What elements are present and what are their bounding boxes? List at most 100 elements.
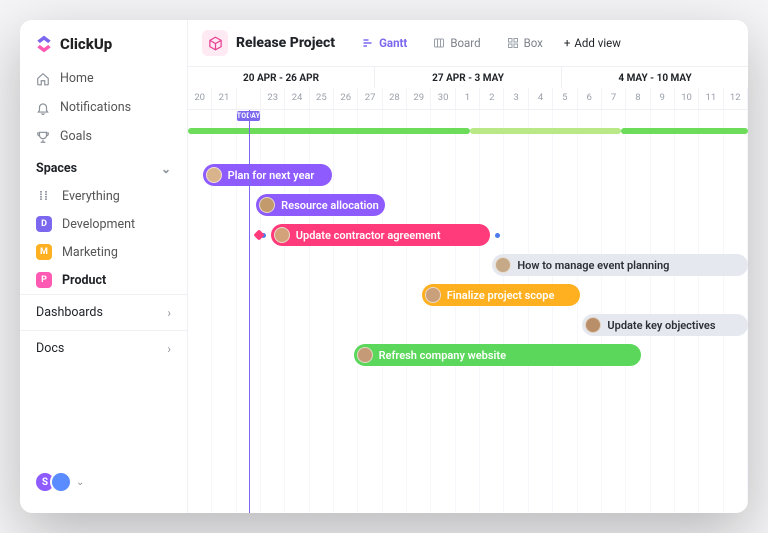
app-window: ClickUp Home Notifications Goals Spaces … — [20, 20, 748, 513]
task-label: Refresh company website — [379, 349, 506, 362]
sidebar-spaces-header[interactable]: Spaces ⌄ — [20, 151, 187, 182]
grid-icon: ⁞⁞ — [36, 188, 52, 204]
nav-home[interactable]: Home — [20, 64, 187, 93]
day-cell[interactable]: 10 — [675, 88, 699, 109]
summary-bar — [470, 128, 621, 134]
view-tab-gantt[interactable]: Gantt — [353, 31, 416, 55]
day-cell[interactable]: 25 — [310, 88, 334, 109]
gantt-task[interactable]: Plan for next year — [203, 164, 332, 186]
chevron-down-icon[interactable]: ⌄ — [76, 477, 84, 488]
topbar: Release Project Gantt Board Box + Add vi… — [188, 20, 748, 67]
space-label: Product — [62, 273, 106, 288]
task-avatar — [495, 257, 511, 273]
day-cell[interactable]: 1 — [456, 88, 480, 109]
cube-icon — [208, 36, 223, 51]
day-cell[interactable]: 3 — [504, 88, 528, 109]
chevron-right-icon: › — [167, 306, 171, 320]
view-label: Board — [450, 36, 480, 50]
day-cell[interactable]: 20 — [188, 88, 212, 109]
timeline-days-row: 2021TODAY2223242526272829301234567891011… — [188, 88, 748, 109]
week-header: 4 MAY - 10 MAY — [562, 67, 748, 88]
week-header: 27 APR - 3 MAY — [375, 67, 562, 88]
user-avatar[interactable] — [50, 471, 72, 493]
project-title: Release Project — [236, 35, 335, 51]
nav-goals[interactable]: Goals — [20, 122, 187, 151]
day-cell[interactable]: 28 — [383, 88, 407, 109]
task-avatar — [274, 227, 290, 243]
chevron-down-icon: ⌄ — [161, 162, 171, 176]
day-cell[interactable]: TODAY22 — [237, 88, 261, 109]
gantt-icon — [362, 37, 374, 49]
gantt-task[interactable]: Update key objectives — [582, 314, 748, 336]
view-label: Box — [524, 36, 543, 50]
add-view-label: Add view — [574, 36, 620, 50]
main-panel: Release Project Gantt Board Box + Add vi… — [188, 20, 748, 513]
gantt-task[interactable]: Finalize project scope — [422, 284, 580, 306]
day-cell[interactable]: 7 — [602, 88, 626, 109]
day-cell[interactable]: 12 — [724, 88, 748, 109]
today-line — [249, 110, 250, 513]
section-label: Spaces — [36, 161, 77, 176]
chevron-right-icon: › — [167, 342, 171, 356]
space-marketing[interactable]: M Marketing — [20, 238, 187, 266]
summary-track — [188, 128, 748, 134]
view-tab-board[interactable]: Board — [424, 31, 489, 55]
gantt-task[interactable]: How to manage event planning — [492, 254, 748, 276]
day-cell[interactable]: 6 — [578, 88, 602, 109]
task-label: How to manage event planning — [517, 259, 669, 272]
day-cell[interactable]: 9 — [651, 88, 675, 109]
day-cell[interactable]: 30 — [431, 88, 455, 109]
dependency-dot[interactable] — [495, 233, 500, 238]
gantt-task[interactable]: Resource allocation — [256, 194, 385, 216]
sidebar-footer: S ⌄ — [20, 461, 187, 503]
sidebar-docs[interactable]: Docs › — [20, 330, 187, 366]
day-cell[interactable]: 8 — [626, 88, 650, 109]
day-cell[interactable]: 4 — [529, 88, 553, 109]
gantt-task[interactable]: Refresh company website — [354, 344, 641, 366]
space-badge: P — [36, 272, 52, 288]
sidebar: ClickUp Home Notifications Goals Spaces … — [20, 20, 188, 513]
nav-label: Home — [60, 71, 94, 86]
summary-bar — [188, 128, 470, 134]
nav-notifications[interactable]: Notifications — [20, 93, 187, 122]
brand-name: ClickUp — [60, 35, 112, 53]
space-badge: D — [36, 216, 52, 232]
brand[interactable]: ClickUp — [20, 30, 187, 64]
timeline-weeks-row: 20 APR - 26 APR27 APR - 3 MAY4 MAY - 10 … — [188, 67, 748, 88]
section-label: Dashboards — [36, 305, 103, 320]
add-view-button[interactable]: + Add view — [564, 36, 621, 50]
timeline-header: 20 APR - 26 APR27 APR - 3 MAY4 MAY - 10 … — [188, 67, 748, 110]
space-product[interactable]: P Product — [20, 266, 187, 294]
box-icon — [507, 37, 519, 49]
day-cell[interactable]: 11 — [699, 88, 723, 109]
space-label: Everything — [62, 189, 120, 204]
day-cell[interactable]: 29 — [407, 88, 431, 109]
task-avatar — [585, 317, 601, 333]
day-cell[interactable]: 2 — [480, 88, 504, 109]
task-avatar — [206, 167, 222, 183]
day-cell[interactable]: 24 — [285, 88, 309, 109]
summary-bar — [621, 128, 748, 134]
trophy-icon — [36, 130, 50, 144]
day-cell[interactable]: 5 — [553, 88, 577, 109]
nav-label: Goals — [60, 129, 92, 144]
view-tab-box[interactable]: Box — [498, 31, 552, 55]
day-cell[interactable]: 27 — [358, 88, 382, 109]
nav-label: Notifications — [60, 100, 131, 115]
gantt-chart[interactable]: Plan for next year Resource allocation Upd… — [188, 110, 748, 513]
sidebar-dashboards[interactable]: Dashboards › — [20, 294, 187, 330]
day-cell[interactable]: 21 — [212, 88, 236, 109]
project-icon — [202, 30, 228, 56]
task-label: Update key objectives — [607, 319, 715, 332]
gantt-task[interactable]: Update contractor agreement — [271, 224, 490, 246]
task-label: Resource allocation — [281, 199, 379, 212]
task-avatar — [425, 287, 441, 303]
day-cell[interactable]: 26 — [334, 88, 358, 109]
plus-icon: + — [564, 36, 571, 50]
day-cell[interactable]: 23 — [261, 88, 285, 109]
space-badge: M — [36, 244, 52, 260]
space-everything[interactable]: ⁞⁞ Everything — [20, 182, 187, 210]
view-label: Gantt — [379, 36, 407, 50]
space-development[interactable]: D Development — [20, 210, 187, 238]
task-label: Update contractor agreement — [296, 229, 441, 242]
